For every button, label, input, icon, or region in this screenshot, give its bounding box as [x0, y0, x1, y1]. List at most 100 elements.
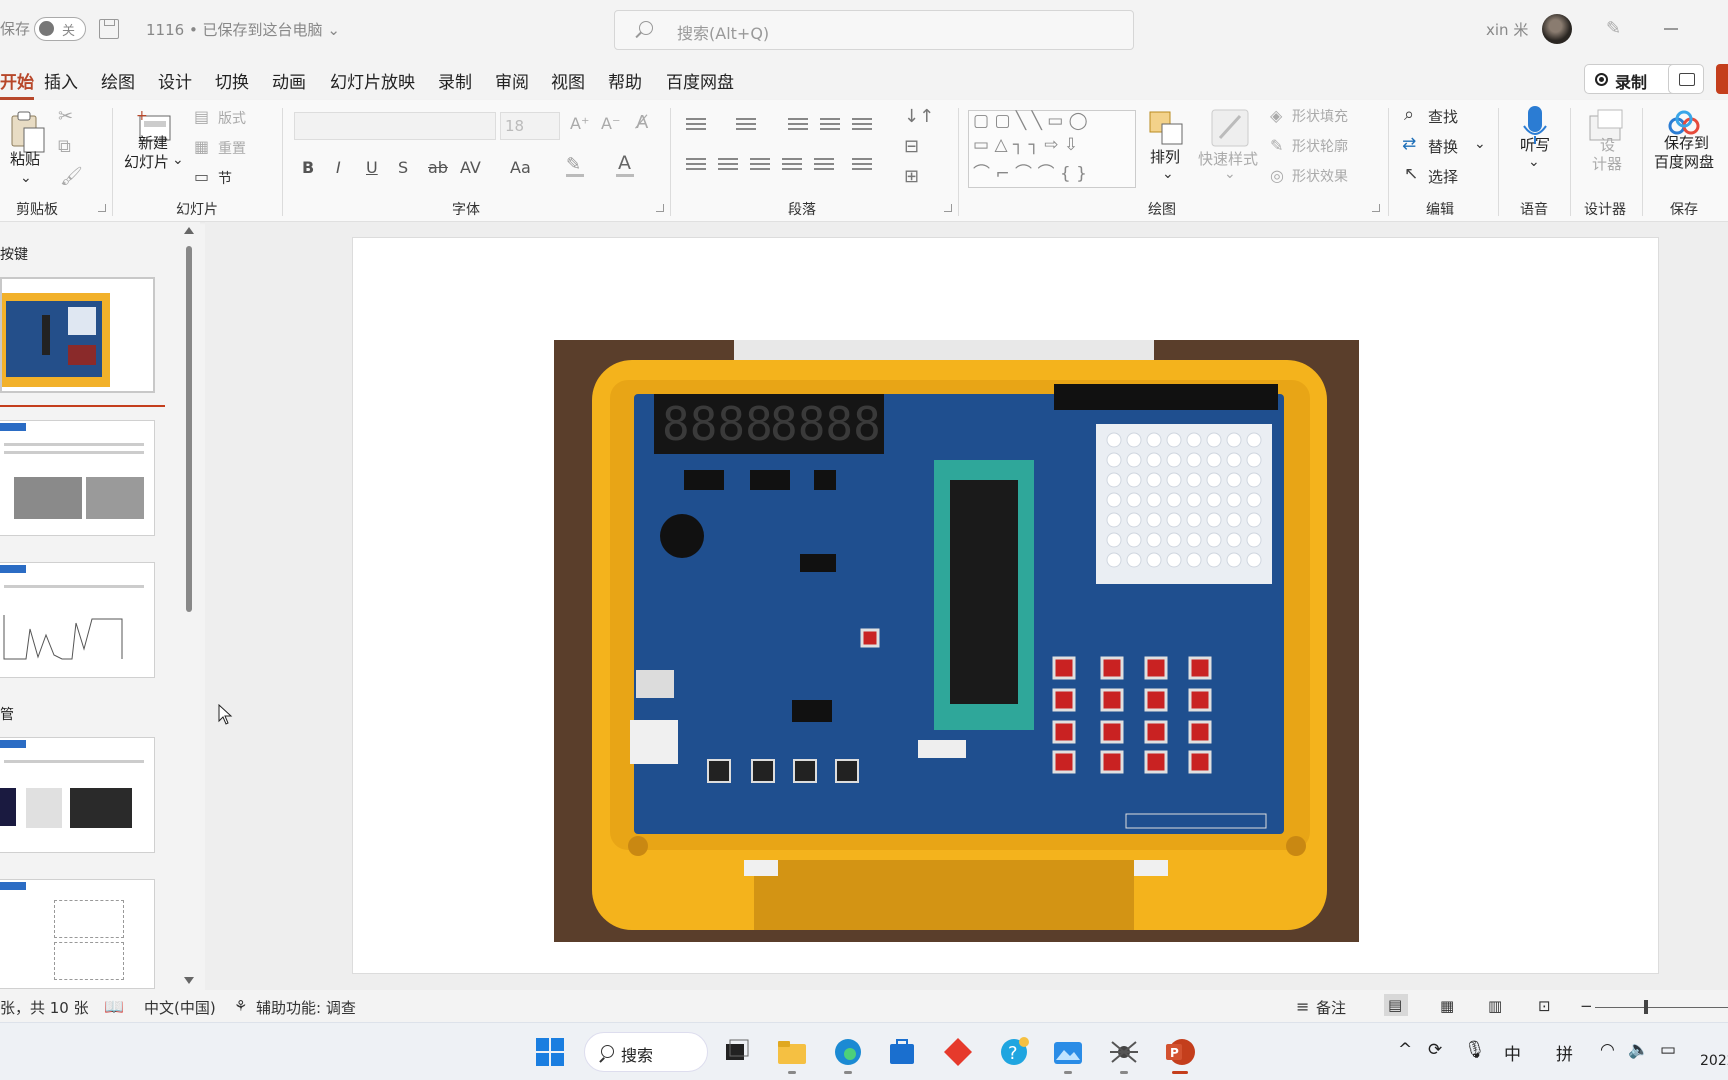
change-case-button[interactable]: Aa	[510, 158, 531, 177]
slide-thumbnail-4[interactable]	[0, 737, 155, 853]
autosave-toggle[interactable]: 关	[34, 17, 86, 41]
increase-indent-icon[interactable]	[820, 118, 840, 134]
arrange-icon[interactable]	[1146, 108, 1190, 150]
tab-view[interactable]: 视图	[551, 68, 585, 93]
document-title[interactable]: 1116 • 已保存到这台电脑 ⌄	[146, 19, 340, 40]
tab-baidu-netdisk[interactable]: 百度网盘	[666, 68, 734, 93]
show-hidden-icons[interactable]: ^	[1398, 1040, 1412, 1060]
highlight-icon[interactable]: ✎	[566, 154, 581, 175]
designer-label-1[interactable]: 设	[1600, 134, 1615, 155]
zoom-out-icon[interactable]: −	[1580, 997, 1593, 1015]
font-launcher-icon[interactable]	[656, 204, 664, 212]
text-direction-icon[interactable]: ↓↑	[904, 106, 934, 127]
tab-slideshow[interactable]: 幻灯片放映	[330, 68, 415, 93]
rectangle-shape-icon[interactable]: ▭ △ ┐ ┐ ⇨ ⇩	[973, 135, 1078, 155]
cut-icon[interactable]: ✂	[58, 106, 73, 127]
slide-thumbnail-1[interactable]	[0, 277, 155, 393]
taskbar-search[interactable]: 搜索	[584, 1032, 708, 1072]
clear-formatting-icon[interactable]: A̸	[636, 112, 648, 133]
ime-mode-2[interactable]: 拼	[1556, 1040, 1573, 1065]
grow-font-icon[interactable]: A⁺	[570, 114, 589, 133]
question-app-icon[interactable]: ?	[998, 1036, 1030, 1068]
spider-app-icon[interactable]	[1108, 1036, 1140, 1068]
save-baidu-label-1[interactable]: 保存到	[1664, 134, 1709, 153]
sync-icon[interactable]: ⟳	[1428, 1040, 1442, 1060]
tab-transitions[interactable]: 切换	[215, 68, 249, 93]
photos-app-icon[interactable]	[1052, 1036, 1084, 1068]
select-button[interactable]: 选择	[1428, 166, 1458, 187]
thumbnail-scrollbar[interactable]	[186, 246, 192, 612]
edge-browser-icon[interactable]	[832, 1036, 864, 1068]
paragraph-launcher-icon[interactable]	[944, 204, 952, 212]
tab-draw[interactable]: 绘图	[101, 68, 135, 93]
accessibility-label[interactable]: 辅助功能: 调查	[256, 997, 356, 1018]
notes-button[interactable]: 备注	[1316, 997, 1346, 1018]
replace-button[interactable]: 替换	[1428, 136, 1458, 157]
underline-button[interactable]: U	[366, 158, 378, 177]
layout-label[interactable]: 版式	[218, 108, 246, 128]
bullets-icon[interactable]	[686, 118, 706, 134]
line-spacing-icon[interactable]	[852, 118, 872, 134]
search-input[interactable]: 搜索(Alt+Q)	[677, 20, 769, 44]
pen-icon[interactable]: ✎	[1606, 20, 1624, 38]
record-button[interactable]: 录制	[1584, 64, 1678, 94]
tab-design[interactable]: 设计	[158, 68, 192, 93]
shape-fill-label[interactable]: 形状填充	[1292, 106, 1348, 126]
scroll-down-arrow[interactable]	[184, 977, 194, 984]
copy-icon[interactable]: ⧉	[58, 136, 71, 157]
spellcheck-icon[interactable]: 📖	[104, 997, 124, 1016]
new-slide-dropdown-icon[interactable]: ⌄	[172, 152, 184, 168]
freeform-shape-icon[interactable]: ⌒ ⌐ ⌒ ⌒ { }	[973, 159, 1087, 184]
quick-styles-icon[interactable]	[1208, 106, 1252, 150]
dictate-label[interactable]: 听写	[1520, 136, 1550, 155]
tab-home[interactable]: 开始	[0, 68, 34, 100]
slide-sorter-icon[interactable]: ▦	[1440, 997, 1454, 1015]
section-label[interactable]: 节	[218, 168, 232, 188]
replace-dropdown-icon[interactable]: ⌄	[1474, 136, 1486, 152]
volume-icon[interactable]: 🔈	[1628, 1040, 1649, 1060]
find-button[interactable]: 查找	[1428, 106, 1458, 127]
dictate-dropdown-icon[interactable]: ⌄	[1528, 154, 1540, 170]
tab-review[interactable]: 审阅	[495, 68, 529, 93]
arrange-dropdown-icon[interactable]: ⌄	[1162, 166, 1174, 182]
slide-thumbnail-5[interactable]	[0, 879, 155, 989]
distributed-icon[interactable]	[814, 158, 834, 174]
dev-board-photo[interactable]: 8888 8888	[554, 340, 1359, 942]
ime-mode-1[interactable]: 中	[1504, 1040, 1521, 1065]
arrange-label[interactable]: 排列	[1150, 148, 1180, 167]
slideshow-icon[interactable]: ⊡	[1538, 997, 1551, 1015]
strikethrough-button[interactable]: ab	[428, 158, 448, 177]
columns-icon[interactable]	[852, 158, 872, 174]
reset-label[interactable]: 重置	[218, 138, 246, 158]
slide-thumbnail-2[interactable]	[0, 420, 155, 536]
battery-icon[interactable]: ▭	[1660, 1040, 1676, 1060]
search-box[interactable]: 搜索(Alt+Q)	[614, 10, 1134, 50]
scroll-up-arrow[interactable]	[184, 227, 194, 234]
save-baidu-label-2[interactable]: 百度网盘	[1654, 153, 1714, 172]
paste-label[interactable]: 粘贴	[10, 150, 40, 169]
align-left-icon[interactable]	[686, 158, 706, 174]
user-name[interactable]: xin 米	[1486, 19, 1528, 40]
app-red-diamond-icon[interactable]	[942, 1036, 974, 1068]
font-name-combo[interactable]	[294, 112, 496, 140]
align-right-icon[interactable]	[750, 158, 770, 174]
shape-outline-label[interactable]: 形状轮廓	[1292, 136, 1348, 156]
section-label-tubes[interactable]: 管	[0, 704, 14, 724]
comments-button[interactable]	[1668, 64, 1704, 94]
textbox-shape-icon[interactable]: ▢ ▢ ╲ ╲ ▭ ◯	[973, 111, 1088, 131]
clock-date[interactable]: 2022	[1700, 1053, 1728, 1069]
tab-help[interactable]: 帮助	[608, 68, 642, 93]
paste-dropdown-icon[interactable]: ⌄	[20, 170, 32, 186]
bold-button[interactable]: B	[302, 158, 314, 177]
avatar[interactable]	[1542, 14, 1572, 44]
minimize-button[interactable]	[1664, 28, 1678, 30]
wifi-icon[interactable]: ◠	[1600, 1040, 1615, 1060]
format-painter-icon[interactable]: 🖌	[60, 166, 83, 187]
font-color-icon[interactable]: A	[618, 152, 631, 174]
zoom-slider[interactable]	[1595, 1007, 1728, 1008]
clipboard-launcher-icon[interactable]	[98, 204, 106, 212]
align-center-icon[interactable]	[718, 158, 738, 174]
decrease-indent-icon[interactable]	[788, 118, 808, 134]
shadow-button[interactable]: S	[398, 158, 408, 177]
shrink-font-icon[interactable]: A⁻	[601, 114, 620, 133]
